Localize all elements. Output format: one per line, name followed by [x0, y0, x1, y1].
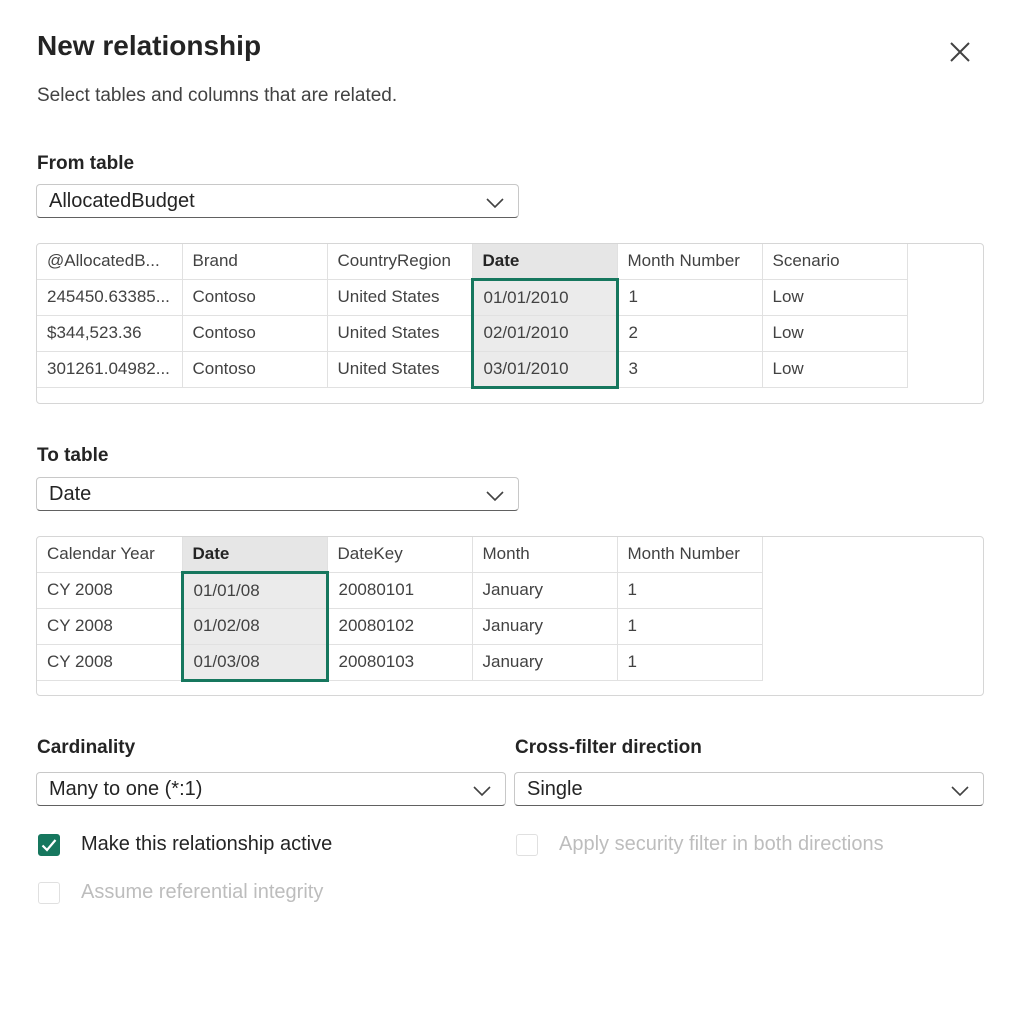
table-row: CY 2008 01/01/08 20080101 January 1	[37, 570, 763, 609]
table-cell[interactable]: 20080103	[326, 643, 473, 681]
to-table-label: To table	[37, 445, 109, 466]
column-header[interactable]: Date	[181, 537, 328, 573]
table-cell[interactable]: 3	[616, 350, 763, 388]
table-cell[interactable]: January	[471, 607, 618, 645]
cross-filter-dropdown[interactable]: Single	[514, 772, 984, 806]
table-cell[interactable]: 2	[616, 314, 763, 352]
cardinality-value: Many to one (*:1)	[49, 777, 203, 800]
dialog-subtitle: Select tables and columns that are relat…	[37, 85, 398, 106]
active-relationship-label[interactable]: Make this relationship active	[81, 833, 332, 856]
column-header[interactable]: Month Number	[616, 244, 763, 280]
column-header[interactable]: @AllocatedB...	[37, 244, 183, 280]
header-row: @AllocatedB... Brand CountryRegion Date Mont…	[37, 244, 908, 280]
table-cell[interactable]: 1	[616, 643, 763, 681]
table-row: $344,523.36 Contoso United States 02/01/201…	[37, 314, 908, 352]
table-cell[interactable]: 301261.04982...	[37, 350, 183, 388]
table-row: CY 2008 01/02/08 20080102 January 1	[37, 607, 763, 645]
table-cell[interactable]: January	[471, 571, 618, 609]
from-table-label: From table	[37, 153, 135, 174]
from-table-preview: @AllocatedB... Brand CountryRegion Date Mont…	[36, 243, 984, 404]
table-cell[interactable]: 01/02/08	[180, 607, 329, 645]
table-cell[interactable]: CY 2008	[37, 643, 183, 681]
referential-integrity-option: Assume referential integrity	[38, 881, 323, 904]
chevron-down-icon	[951, 786, 969, 797]
table-cell[interactable]: Contoso	[181, 350, 328, 388]
table-cell[interactable]: 01/01/08	[180, 570, 329, 609]
table-cell[interactable]: 01/01/2010	[470, 277, 619, 316]
table-cell[interactable]: Low	[761, 278, 908, 316]
to-table-preview: Calendar Year Date DateKey Month Month Numbe…	[36, 536, 984, 696]
column-header[interactable]: Brand	[181, 244, 328, 280]
from-table-dropdown[interactable]: AllocatedBudget	[36, 184, 519, 218]
close-button[interactable]	[944, 36, 976, 68]
table-row: CY 2008 01/03/08 20080103 January 1	[37, 643, 763, 682]
table-cell[interactable]: United States	[326, 314, 473, 352]
referential-integrity-checkbox[interactable]	[38, 881, 60, 904]
cardinality-dropdown[interactable]: Many to one (*:1)	[36, 772, 506, 806]
column-header[interactable]: CountryRegion	[326, 244, 473, 280]
table-cell[interactable]: 02/01/2010	[470, 314, 619, 352]
table-row: 245450.63385... Contoso United States 01/01…	[37, 277, 908, 316]
column-header[interactable]: Month	[471, 537, 618, 573]
table-cell[interactable]: United States	[326, 350, 473, 388]
table-cell[interactable]: January	[471, 643, 618, 681]
cross-filter-label: Cross-filter direction	[515, 737, 702, 758]
checkmark-icon	[41, 838, 57, 852]
chevron-down-icon	[486, 198, 504, 209]
security-filter-label: Apply security filter in both directions	[559, 833, 884, 855]
table-cell[interactable]: United States	[326, 278, 473, 316]
table-cell[interactable]: 1	[616, 607, 763, 645]
table-row: 301261.04982... Contoso United States 03/01…	[37, 350, 908, 389]
column-header[interactable]: DateKey	[326, 537, 473, 573]
table-cell[interactable]: 1	[616, 278, 763, 316]
table-cell[interactable]: 01/03/08	[180, 643, 329, 682]
table-cell[interactable]: 1	[616, 571, 763, 609]
to-table-dropdown[interactable]: Date	[36, 477, 519, 511]
table-cell[interactable]: CY 2008	[37, 607, 183, 645]
table-cell[interactable]: 03/01/2010	[470, 350, 619, 389]
column-header[interactable]: Scenario	[761, 244, 908, 280]
from-table-grid: @AllocatedB... Brand CountryRegion Date Mont…	[37, 244, 908, 389]
referential-integrity-label: Assume referential integrity	[81, 881, 324, 903]
column-header[interactable]: Calendar Year	[37, 537, 183, 573]
column-header[interactable]: Date	[471, 244, 618, 280]
dialog-title: New relationship	[37, 30, 262, 61]
table-cell[interactable]: Contoso	[181, 314, 328, 352]
column-header[interactable]: Month Number	[616, 537, 763, 573]
chevron-down-icon	[486, 491, 504, 502]
table-cell[interactable]: Low	[761, 314, 908, 352]
security-filter-checkbox[interactable]	[516, 833, 538, 856]
from-table-value: AllocatedBudget	[49, 189, 195, 212]
table-cell[interactable]: Contoso	[181, 278, 328, 316]
table-cell[interactable]: CY 2008	[37, 571, 183, 609]
table-cell[interactable]: 245450.63385...	[37, 278, 183, 316]
cross-filter-value: Single	[527, 777, 583, 800]
close-icon	[950, 42, 970, 62]
table-cell[interactable]: 20080101	[326, 571, 473, 609]
to-table-value: Date	[49, 482, 92, 505]
to-table-grid: Calendar Year Date DateKey Month Month Numbe…	[37, 537, 763, 682]
header-row: Calendar Year Date DateKey Month Month Numbe…	[37, 537, 763, 573]
table-cell[interactable]: 20080102	[326, 607, 473, 645]
active-relationship-checkbox[interactable]	[38, 833, 60, 856]
security-filter-option: Apply security filter in both directions	[516, 833, 884, 856]
table-cell[interactable]: Low	[761, 350, 908, 388]
cardinality-label: Cardinality	[37, 737, 136, 758]
active-relationship-option: Make this relationship active	[38, 833, 332, 856]
chevron-down-icon	[473, 786, 491, 797]
table-cell[interactable]: $344,523.36	[37, 314, 183, 352]
